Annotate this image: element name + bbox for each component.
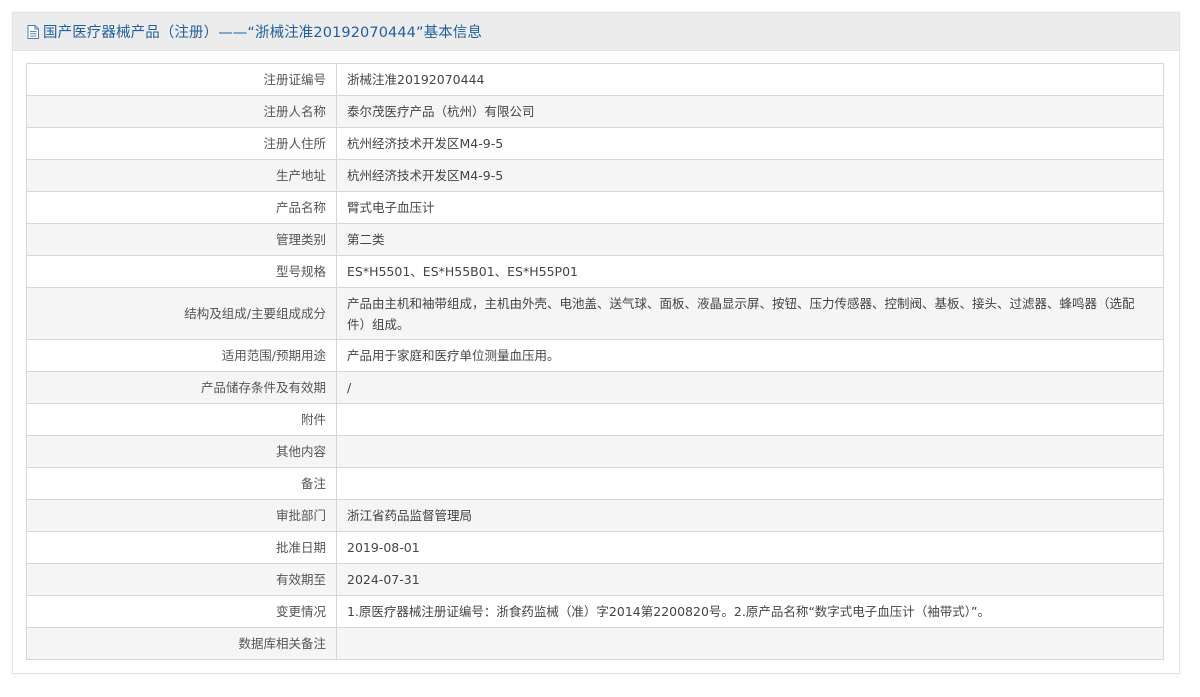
row-value: 浙械注准20192070444 [336, 63, 1164, 96]
table-row: 型号规格 ES*H5501、ES*H55B01、ES*H55P01 [26, 255, 1164, 288]
row-label: 注册人名称 [26, 95, 337, 128]
row-value: 浙江省药品监督管理局 [336, 499, 1164, 532]
page-title: 国产医疗器械产品（注册）——“浙械注准20192070444”基本信息 [43, 25, 483, 41]
row-label: 产品名称 [26, 191, 337, 224]
row-label: 注册证编号 [26, 63, 337, 96]
row-label: 有效期至 [26, 563, 337, 596]
panel-header: 国产医疗器械产品（注册）——“浙械注准20192070444”基本信息 [13, 13, 1179, 51]
row-value: ES*H5501、ES*H55B01、ES*H55P01 [336, 255, 1164, 288]
row-label: 适用范围/预期用途 [26, 339, 337, 372]
table-row: 注册人名称 泰尔茂医疗产品（杭州）有限公司 [26, 95, 1164, 128]
row-value: 产品用于家庭和医疗单位测量血压用。 [336, 339, 1164, 372]
row-value: 杭州经济技术开发区M4-9-5 [336, 159, 1164, 192]
table-row: 注册证编号 浙械注准20192070444 [26, 63, 1164, 96]
table-row: 注册人住所 杭州经济技术开发区M4-9-5 [26, 127, 1164, 160]
row-value [336, 403, 1164, 436]
row-label: 型号规格 [26, 255, 337, 288]
row-label: 其他内容 [26, 435, 337, 468]
table-row: 有效期至 2024-07-31 [26, 563, 1164, 596]
row-label: 结构及组成/主要组成成分 [26, 287, 337, 340]
row-value: / [336, 371, 1164, 404]
row-value: 1.原医疗器械注册证编号：浙食药监械（准）字2014第2200820号。2.原产… [336, 595, 1164, 628]
row-label: 注册人住所 [26, 127, 337, 160]
row-value: 产品由主机和袖带组成，主机由外壳、电池盖、送气球、面板、液晶显示屏、按钮、压力传… [336, 287, 1164, 340]
row-label: 产品储存条件及有效期 [26, 371, 337, 404]
table-row: 产品名称 臂式电子血压计 [26, 191, 1164, 224]
table-row: 适用范围/预期用途 产品用于家庭和医疗单位测量血压用。 [26, 339, 1164, 372]
row-label: 数据库相关备注 [26, 627, 337, 660]
info-table: 注册证编号 浙械注准20192070444 注册人名称 泰尔茂医疗产品（杭州）有… [26, 63, 1164, 660]
row-label: 附件 [26, 403, 337, 436]
row-value: 杭州经济技术开发区M4-9-5 [336, 127, 1164, 160]
table-row: 管理类别 第二类 [26, 223, 1164, 256]
row-label: 变更情况 [26, 595, 337, 628]
table-row: 其他内容 [26, 435, 1164, 468]
row-value [336, 627, 1164, 660]
table-row: 附件 [26, 403, 1164, 436]
row-value: 泰尔茂医疗产品（杭州）有限公司 [336, 95, 1164, 128]
row-label: 备注 [26, 467, 337, 500]
table-row: 审批部门 浙江省药品监督管理局 [26, 499, 1164, 532]
row-value: 第二类 [336, 223, 1164, 256]
row-label: 管理类别 [26, 223, 337, 256]
table-row: 产品储存条件及有效期 / [26, 371, 1164, 404]
row-value [336, 467, 1164, 500]
table-row: 变更情况 1.原医疗器械注册证编号：浙食药监械（准）字2014第2200820号… [26, 595, 1164, 628]
table-row: 生产地址 杭州经济技术开发区M4-9-5 [26, 159, 1164, 192]
info-table-wrapper: 注册证编号 浙械注准20192070444 注册人名称 泰尔茂医疗产品（杭州）有… [26, 63, 1164, 660]
row-value: 臂式电子血压计 [336, 191, 1164, 224]
row-label: 审批部门 [26, 499, 337, 532]
table-row: 备注 [26, 467, 1164, 500]
row-value: 2019-08-01 [336, 531, 1164, 564]
info-panel: 国产医疗器械产品（注册）——“浙械注准20192070444”基本信息 注册证编… [12, 12, 1180, 674]
row-label: 批准日期 [26, 531, 337, 564]
row-value: 2024-07-31 [336, 563, 1164, 596]
row-label: 生产地址 [26, 159, 337, 192]
document-icon [27, 24, 41, 40]
table-row: 结构及组成/主要组成成分 产品由主机和袖带组成，主机由外壳、电池盖、送气球、面板… [26, 287, 1164, 340]
table-row: 数据库相关备注 [26, 627, 1164, 660]
row-value [336, 435, 1164, 468]
table-row: 批准日期 2019-08-01 [26, 531, 1164, 564]
